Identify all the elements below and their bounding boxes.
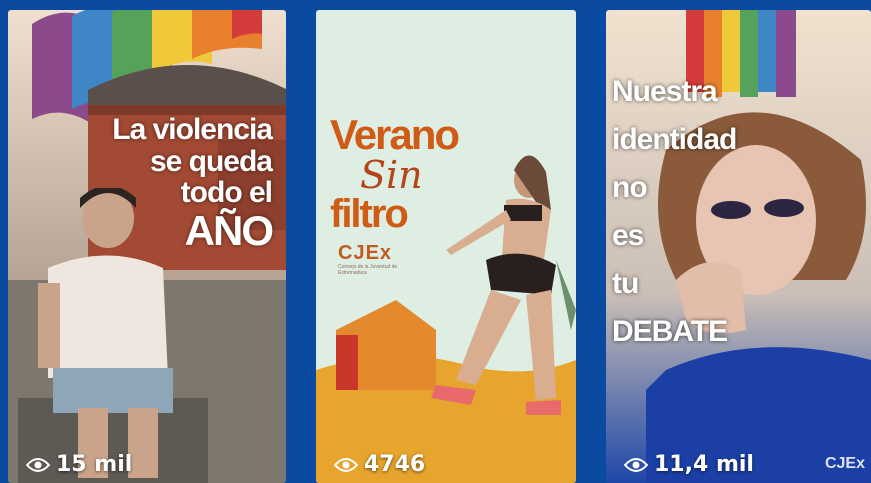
reel-2-title: Verano Sin filtro <box>330 111 460 236</box>
title-filtro: filtro <box>330 192 409 236</box>
title-sin: Sin <box>360 153 423 197</box>
logo-subtitle: Consejo de la Juventud de Extremadura <box>338 264 398 276</box>
view-count: 4746 <box>334 452 425 477</box>
reel-card-3[interactable]: Nuestra identidad no es tu DEBATE CJEx 1… <box>606 10 871 483</box>
eye-icon <box>624 457 648 473</box>
overlay-line: es <box>612 219 644 252</box>
view-count: 11,4 mil <box>624 452 754 477</box>
title-verano: Verano <box>330 111 460 158</box>
overlay-line: DEBATE <box>612 315 728 348</box>
overlay-line: se queda <box>149 144 273 178</box>
overlay-line: AÑO <box>184 206 274 254</box>
reel-1-overlay-text: La violencia se queda todo el AÑO <box>112 113 274 254</box>
view-count-label: 15 mil <box>56 452 133 477</box>
logo-mark: CJEx <box>338 242 393 264</box>
reel-3-overlay-text: Nuestra identidad no es tu DEBATE <box>612 68 737 356</box>
eye-icon <box>26 457 50 473</box>
cjex-logo: CJEx Consejo de la Juventud de Extremadu… <box>338 242 398 276</box>
eye-icon <box>334 457 358 473</box>
reel-card-1[interactable]: La violencia se queda todo el AÑO 15 mil <box>8 10 286 483</box>
overlay-line: La violencia <box>112 113 273 146</box>
overlay-line: Nuestra <box>612 75 718 108</box>
overlay-line: identidad <box>612 123 737 156</box>
reel-card-2[interactable]: Verano Sin filtro CJEx Consejo de la Juv… <box>316 10 576 483</box>
view-count: 15 mil <box>26 452 132 477</box>
overlay-line: todo el <box>180 176 273 209</box>
view-count-label: 4746 <box>364 452 426 477</box>
overlay-line: tu <box>612 267 639 300</box>
overlay-line: no <box>612 171 648 204</box>
view-count-label: 11,4 mil <box>654 452 754 477</box>
cjex-watermark: CJEx <box>824 455 865 472</box>
